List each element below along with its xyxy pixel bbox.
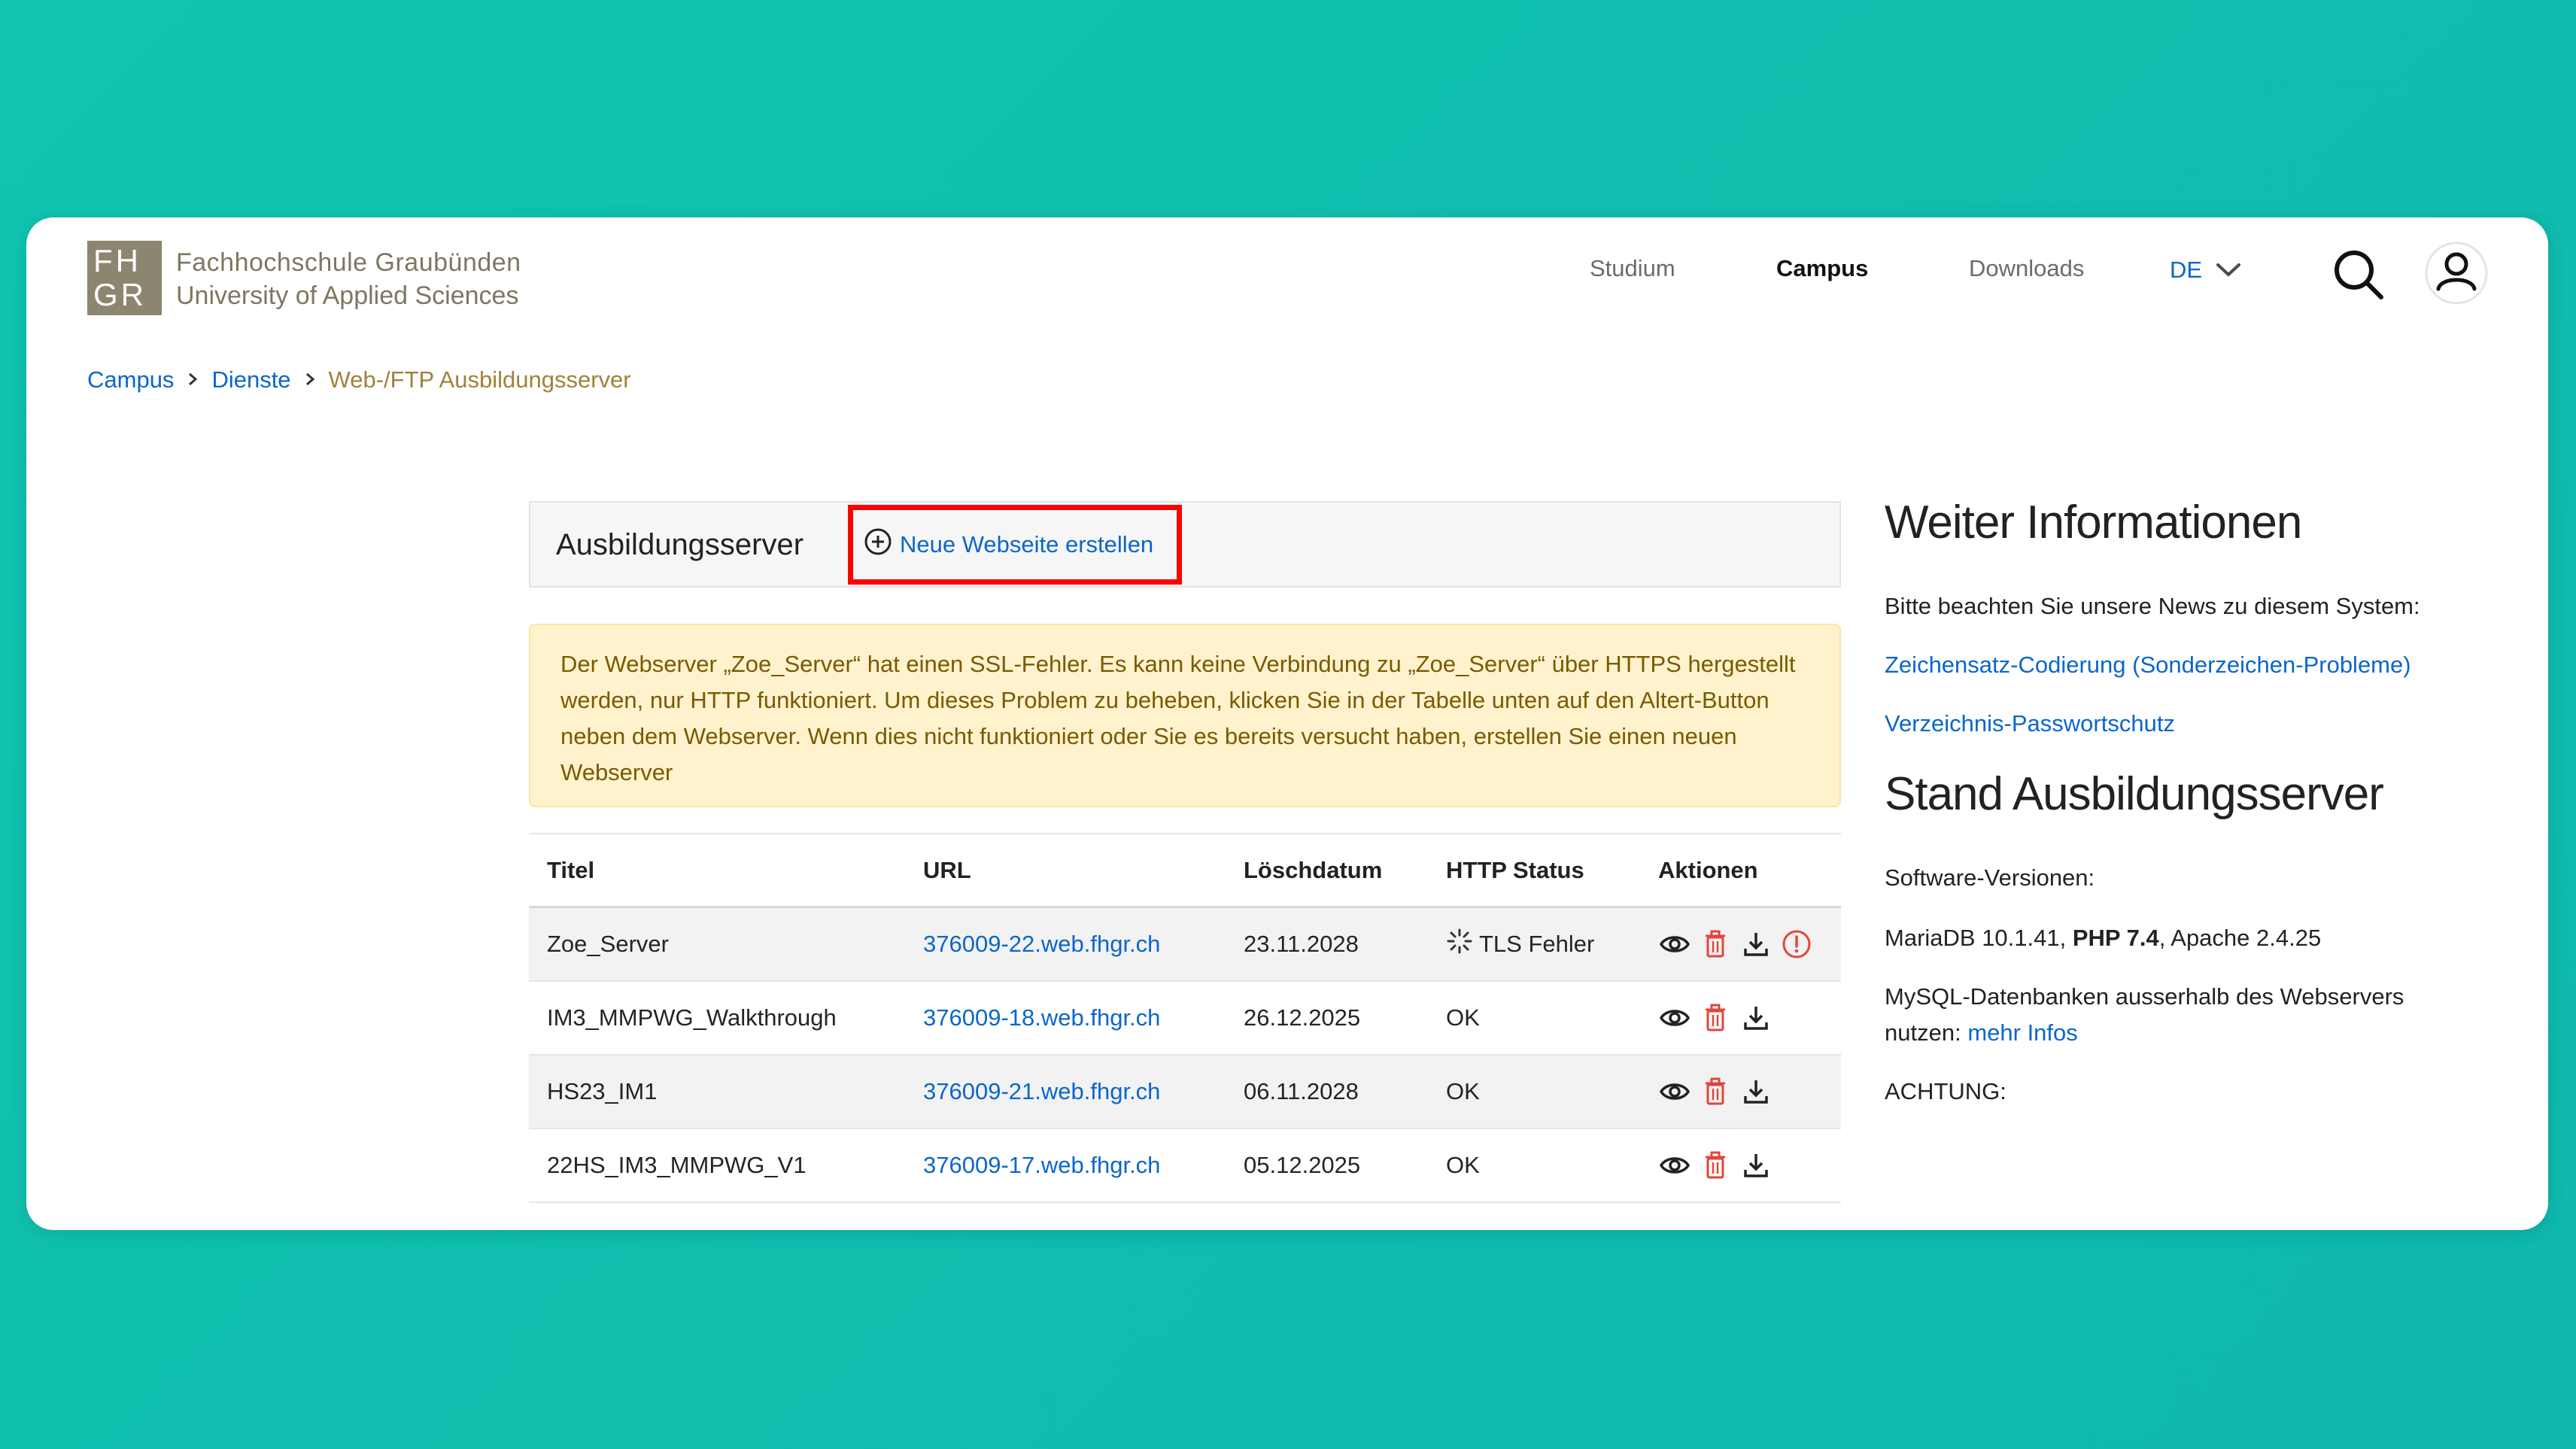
search-icon[interactable] — [2328, 245, 2389, 305]
browser-window: FH GR Fachhochschule Graubünden Universi… — [26, 217, 2548, 1230]
table-row: 22HS_IM3_MMPWG_V1 376009-17.web.fhgr.ch … — [529, 1129, 1841, 1203]
language-label: DE — [2170, 257, 2203, 283]
sidebar-intro: Bitte beachten Sie unsere News zu diesem… — [1885, 593, 2420, 619]
status-text: TLS Fehler — [1479, 931, 1595, 957]
sidebar-heading-info: Weiter Informationen — [1885, 497, 2302, 548]
loading-spinner-icon — [1446, 928, 1473, 961]
chevron-down-icon — [2216, 257, 2241, 284]
view-icon[interactable] — [1658, 1075, 1691, 1108]
row-status: OK — [1446, 1004, 1480, 1031]
col-header-url: URL — [923, 856, 971, 883]
delete-icon[interactable] — [1699, 1149, 1732, 1182]
row-date: 06.11.2028 — [1244, 1078, 1359, 1104]
breadcrumb-dienste[interactable]: Dienste — [211, 366, 290, 393]
col-header-title: Titel — [547, 856, 595, 883]
row-date: 05.12.2025 — [1244, 1152, 1361, 1178]
delete-icon[interactable] — [1699, 1075, 1732, 1108]
table-header: Titel URL Löschdatum HTTP Status Aktione… — [529, 833, 1841, 908]
mysql-more-info-link[interactable]: mehr Infos — [1967, 1019, 2077, 1046]
plus-circle-icon — [864, 527, 892, 562]
download-icon[interactable] — [1739, 1001, 1773, 1034]
breadcrumb: Campus Dienste Web-/FTP Ausbildungsserve… — [87, 366, 631, 393]
sidebar-heading-status: Stand Ausbildungsserver — [1885, 768, 2384, 820]
warning-label: ACHTUNG: — [1885, 1078, 2006, 1104]
language-selector[interactable]: DE — [2170, 257, 2241, 284]
view-icon[interactable] — [1658, 928, 1691, 961]
breadcrumb-chevron-icon — [305, 367, 315, 393]
breadcrumb-chevron-icon — [187, 367, 198, 393]
row-title: 22HS_IM3_MMPWG_V1 — [547, 1152, 807, 1178]
row-status: TLS Fehler — [1446, 908, 1594, 980]
info-sidebar: Weiter Informationen Bitte beachten Sie … — [1885, 496, 2456, 1110]
alert-icon[interactable] — [1780, 928, 1813, 961]
row-url-link[interactable]: 376009-17.web.fhgr.ch — [923, 1129, 1160, 1201]
logo-letters-bottom: GR — [93, 277, 147, 312]
row-date: 26.12.2025 — [1244, 1004, 1361, 1031]
new-website-button[interactable]: Neue Webseite erstellen — [848, 505, 1182, 585]
row-actions — [1658, 908, 1813, 980]
download-icon[interactable] — [1739, 1149, 1773, 1182]
download-icon[interactable] — [1739, 1075, 1773, 1108]
breadcrumb-current: Web-/FTP Ausbildungsserver — [328, 366, 631, 393]
versions-php: PHP 7.4 — [2072, 925, 2159, 951]
link-charset[interactable]: Zeichensatz-Codierung (Sonderzeichen-Pro… — [1885, 647, 2456, 683]
org-subtitle: University of Applied Sciences — [176, 281, 519, 310]
view-icon[interactable] — [1658, 1149, 1691, 1182]
row-title: HS23_IM1 — [547, 1078, 658, 1104]
versions-post: , Apache 2.4.25 — [2158, 925, 2322, 951]
nav-campus[interactable]: Campus — [1776, 255, 1868, 282]
org-name: Fachhochschule Graubünden — [176, 248, 521, 277]
new-website-label: Neue Webseite erstellen — [900, 531, 1154, 557]
row-url-link[interactable]: 376009-18.web.fhgr.ch — [923, 982, 1160, 1054]
table-row: HS23_IM1 376009-21.web.fhgr.ch 06.11.202… — [529, 1056, 1841, 1129]
user-icon[interactable] — [2423, 240, 2489, 306]
software-label: Software-Versionen: — [1885, 864, 2095, 891]
breadcrumb-campus[interactable]: Campus — [87, 366, 174, 393]
row-url-link[interactable]: 376009-21.web.fhgr.ch — [923, 1056, 1160, 1128]
row-actions — [1658, 1056, 1773, 1128]
versions-pre: MariaDB 10.1.41, — [1885, 925, 2067, 951]
ssl-warning-alert: Der Webserver „Zoe_Server“ hat einen SSL… — [529, 624, 1841, 807]
delete-icon[interactable] — [1699, 1001, 1732, 1034]
mysql-info: MySQL-Datenbanken ausserhalb des Webserv… — [1885, 979, 2456, 1051]
mysql-text: MySQL-Datenbanken ausserhalb des Webserv… — [1885, 983, 2404, 1046]
row-title: Zoe_Server — [547, 931, 669, 957]
nav-downloads[interactable]: Downloads — [1969, 255, 2084, 282]
col-header-date: Löschdatum — [1244, 856, 1383, 883]
row-status: OK — [1446, 1078, 1480, 1104]
software-versions: MariaDB 10.1.41, PHP 7.4, Apache 2.4.25 — [1885, 920, 2456, 956]
col-header-status: HTTP Status — [1446, 856, 1584, 883]
row-status: OK — [1446, 1152, 1480, 1178]
row-actions — [1658, 1129, 1773, 1201]
col-header-actions: Aktionen — [1658, 856, 1758, 883]
logo-letters-top: FH — [93, 243, 141, 278]
view-icon[interactable] — [1658, 1001, 1691, 1034]
download-icon[interactable] — [1739, 928, 1773, 961]
panel-title: Ausbildungsserver — [556, 528, 804, 561]
table-row: Zoe_Server 376009-22.web.fhgr.ch 23.11.2… — [529, 908, 1841, 982]
alert-text: Der Webserver „Zoe_Server“ hat einen SSL… — [560, 651, 1796, 785]
row-date: 23.11.2028 — [1244, 931, 1359, 957]
server-panel-header: Ausbildungsserver Neue Webseite erstelle… — [529, 501, 1841, 588]
nav-studium[interactable]: Studium — [1590, 255, 1675, 282]
link-password-protection[interactable]: Verzeichnis-Passwortschutz — [1885, 706, 2456, 742]
server-table: Titel URL Löschdatum HTTP Status Aktione… — [529, 833, 1841, 1203]
row-title: IM3_MMPWG_Walkthrough — [547, 1004, 837, 1031]
delete-icon[interactable] — [1699, 928, 1732, 961]
row-actions — [1658, 982, 1773, 1054]
row-url-link[interactable]: 376009-22.web.fhgr.ch — [923, 908, 1160, 980]
fhgr-logo[interactable]: FH GR — [87, 241, 162, 315]
table-row: IM3_MMPWG_Walkthrough 376009-18.web.fhgr… — [529, 982, 1841, 1056]
logo-text[interactable]: Fachhochschule Graubünden University of … — [176, 246, 521, 312]
